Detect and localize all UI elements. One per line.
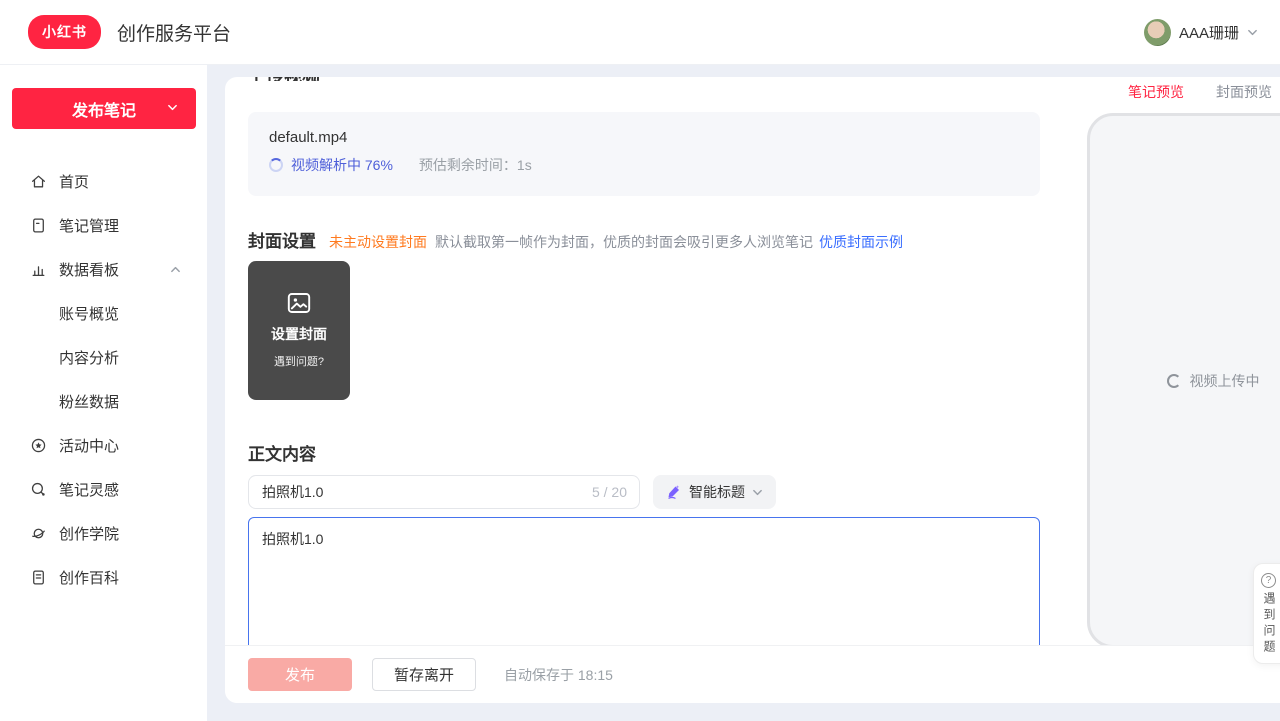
note-preview-phone: 视频上传中: [1087, 113, 1280, 648]
sidebar-item-label: 粉丝数据: [59, 391, 119, 412]
chevron-down-icon: [752, 487, 763, 498]
cover-help-link[interactable]: 遇到问题?: [274, 353, 324, 369]
home-icon: [30, 173, 47, 190]
publish-button[interactable]: 发布: [248, 658, 352, 691]
sidebar-item-fans-data[interactable]: 粉丝数据: [0, 379, 207, 423]
chevron-down-icon: [1247, 27, 1258, 38]
magic-pen-icon: [666, 484, 682, 500]
help-vertical-label: 遇到问题: [1261, 592, 1278, 656]
planet-icon: [30, 525, 47, 542]
sidebar-item-account-overview[interactable]: 账号概览: [0, 291, 207, 335]
sidebar-item-label: 活动中心: [59, 435, 119, 456]
video-upload-status-box: default.mp4 视频解析中 76% 预估剩余时间：1s: [248, 112, 1040, 196]
sidebar-item-label: 创作学院: [59, 523, 119, 544]
sidebar-item-label: 内容分析: [59, 347, 119, 368]
sidebar-item-label: 创作百科: [59, 567, 119, 588]
user-menu[interactable]: AAA珊珊: [1144, 0, 1258, 65]
help-floating-button[interactable]: ? 遇到问题: [1253, 563, 1280, 664]
sidebar-item-note-inspiration[interactable]: 笔记灵感: [0, 467, 207, 511]
publish-note-label: 发布笔记: [72, 103, 136, 120]
parsing-status: 视频解析中 76%: [291, 155, 393, 175]
star-circle-icon: [30, 437, 47, 454]
inspiration-icon: [30, 481, 47, 498]
note-icon: [30, 217, 47, 234]
upload-video-heading: 上传视频: [248, 77, 1280, 81]
sidebar-item-home[interactable]: 首页: [0, 159, 207, 203]
action-bar: 发布 暂存离开 自动保存于 18:15: [225, 645, 1280, 703]
chevron-down-icon: [167, 102, 178, 113]
wiki-icon: [30, 569, 47, 586]
publish-note-button[interactable]: 发布笔记: [12, 88, 196, 129]
set-cover-button[interactable]: 设置封面 遇到问题?: [248, 261, 350, 400]
chevron-up-icon: [170, 264, 181, 275]
parsing-spinner-icon: [269, 158, 283, 172]
user-name: AAA珊珊: [1179, 22, 1239, 43]
sidebar-item-label: 首页: [59, 171, 89, 192]
sidebar: 发布笔记 首页 笔记管理 数据看板 账号概览 内容分析 粉丝数据 活动中心: [0, 65, 207, 721]
chart-icon: [30, 261, 47, 278]
eta-text: 预估剩余时间：1s: [419, 155, 532, 175]
content-section-title: 正文内容: [248, 440, 316, 465]
sidebar-item-creation-wiki[interactable]: 创作百科: [0, 555, 207, 599]
cover-warning: 未主动设置封面: [329, 232, 427, 252]
sidebar-item-content-analysis[interactable]: 内容分析: [0, 335, 207, 379]
set-cover-label: 设置封面: [271, 324, 327, 344]
app-title: 创作服务平台: [117, 19, 231, 46]
avatar: [1144, 19, 1171, 46]
sidebar-item-data-dashboard[interactable]: 数据看板: [0, 247, 207, 291]
cover-hint: 默认截取第一帧作为封面，优质的封面会吸引更多人浏览笔记: [435, 232, 813, 252]
editor-card: 上传视频 default.mp4 视频解析中 76% 预估剩余时间：1s 封面设…: [225, 77, 1280, 703]
sidebar-item-label: 数据看板: [59, 259, 119, 280]
uploading-spinner-icon: [1167, 374, 1181, 388]
title-char-counter: 5 / 20: [592, 484, 627, 500]
sidebar-nav: 首页 笔记管理 数据看板 账号概览 内容分析 粉丝数据 活动中心 笔记灵感: [0, 159, 207, 599]
xiaohongshu-logo[interactable]: 小红书: [28, 15, 101, 49]
cover-section-title: 封面设置: [248, 227, 316, 252]
sidebar-item-creation-college[interactable]: 创作学院: [0, 511, 207, 555]
sidebar-item-label: 笔记灵感: [59, 479, 119, 500]
save-and-leave-button[interactable]: 暂存离开: [372, 658, 476, 691]
image-icon: [287, 292, 311, 314]
sidebar-item-note-management[interactable]: 笔记管理: [0, 203, 207, 247]
video-uploading-status: 视频上传中: [1190, 371, 1260, 391]
sidebar-item-label: 笔记管理: [59, 215, 119, 236]
cover-example-link[interactable]: 优质封面示例: [819, 232, 903, 252]
smart-title-button[interactable]: 智能标题: [653, 475, 776, 509]
title-input[interactable]: [248, 475, 640, 509]
smart-title-label: 智能标题: [689, 482, 745, 502]
top-header: 小红书 创作服务平台 AAA珊珊: [0, 0, 1280, 65]
tab-note-preview[interactable]: 笔记预览: [1128, 82, 1184, 102]
autosave-status: 自动保存于 18:15: [504, 665, 613, 685]
sidebar-item-activity-center[interactable]: 活动中心: [0, 423, 207, 467]
sidebar-item-label: 账号概览: [59, 303, 119, 324]
video-filename: default.mp4: [269, 129, 1019, 146]
tab-cover-preview[interactable]: 封面预览: [1216, 82, 1272, 102]
question-mark-icon: ?: [1261, 573, 1276, 588]
